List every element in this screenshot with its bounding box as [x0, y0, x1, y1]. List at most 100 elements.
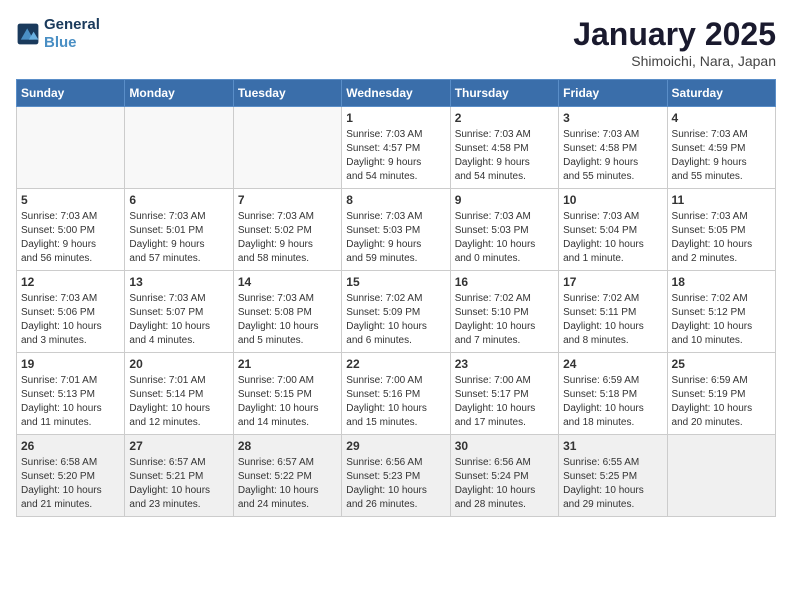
day-info: Sunrise: 7:03 AM Sunset: 5:07 PM Dayligh… [129, 292, 228, 348]
logo: General Blue [16, 16, 100, 52]
day-number: 20 [129, 357, 228, 371]
calendar-cell: 4 Sunrise: 7:03 AM Sunset: 4:59 PM Daylig… [667, 107, 775, 189]
weekday-header-saturday: Saturday [667, 80, 775, 107]
day-info: Sunrise: 6:57 AM Sunset: 5:22 PM Dayligh… [238, 456, 337, 512]
day-info: Sunrise: 7:03 AM Sunset: 4:58 PM Dayligh… [563, 128, 662, 184]
calendar-cell: 17 Sunrise: 7:02 AM Sunset: 5:11 PM Dayli… [559, 271, 667, 353]
day-number: 25 [672, 357, 771, 371]
day-number: 11 [672, 193, 771, 207]
calendar-cell: 29 Sunrise: 6:56 AM Sunset: 5:23 PM Dayli… [342, 435, 450, 517]
calendar-cell: 5 Sunrise: 7:03 AM Sunset: 5:00 PM Daylig… [17, 189, 125, 271]
weekday-header-row: SundayMondayTuesdayWednesdayThursdayFrid… [17, 80, 776, 107]
day-number: 28 [238, 439, 337, 453]
logo-text: General Blue [44, 16, 100, 52]
day-number: 27 [129, 439, 228, 453]
calendar-cell: 27 Sunrise: 6:57 AM Sunset: 5:21 PM Dayli… [125, 435, 233, 517]
calendar-cell: 3 Sunrise: 7:03 AM Sunset: 4:58 PM Daylig… [559, 107, 667, 189]
calendar-cell: 1 Sunrise: 7:03 AM Sunset: 4:57 PM Daylig… [342, 107, 450, 189]
calendar-cell: 16Sunrise: 7:02 AM Sunset: 5:10 PM Dayli… [450, 271, 558, 353]
calendar-cell [233, 107, 341, 189]
day-number: 21 [238, 357, 337, 371]
calendar-cell: 13 Sunrise: 7:03 AM Sunset: 5:07 PM Dayli… [125, 271, 233, 353]
day-number: 10 [563, 193, 662, 207]
day-number: 9 [455, 193, 554, 207]
weekday-header-sunday: Sunday [17, 80, 125, 107]
day-number: 17 [563, 275, 662, 289]
day-info: Sunrise: 7:03 AM Sunset: 5:03 PM Dayligh… [346, 210, 445, 266]
day-number: 30 [455, 439, 554, 453]
day-info: Sunrise: 6:56 AM Sunset: 5:23 PM Dayligh… [346, 456, 445, 512]
day-info: Sunrise: 7:00 AM Sunset: 5:15 PM Dayligh… [238, 374, 337, 430]
calendar-week-row: 12 Sunrise: 7:03 AM Sunset: 5:06 PM Dayli… [17, 271, 776, 353]
day-number: 22 [346, 357, 445, 371]
day-info: Sunrise: 7:03 AM Sunset: 5:00 PM Dayligh… [21, 210, 120, 266]
day-info: Sunrise: 6:58 AM Sunset: 5:20 PM Dayligh… [21, 456, 120, 512]
calendar-cell: 28 Sunrise: 6:57 AM Sunset: 5:22 PM Dayli… [233, 435, 341, 517]
calendar-cell: 18 Sunrise: 7:02 AM Sunset: 5:12 PM Dayli… [667, 271, 775, 353]
calendar-header: January 2025 Shimoichi, Nara, Japan [573, 16, 776, 69]
day-info: Sunrise: 7:00 AM Sunset: 5:17 PM Dayligh… [455, 374, 554, 430]
calendar-cell: 22Sunrise: 7:00 AM Sunset: 5:16 PM Dayli… [342, 353, 450, 435]
calendar-cell: 15 Sunrise: 7:02 AM Sunset: 5:09 PM Dayli… [342, 271, 450, 353]
calendar-cell: 30 Sunrise: 6:56 AM Sunset: 5:24 PM Dayli… [450, 435, 558, 517]
calendar-title: January 2025 [573, 16, 776, 53]
day-number: 29 [346, 439, 445, 453]
calendar-week-row: 19 Sunrise: 7:01 AM Sunset: 5:13 PM Dayli… [17, 353, 776, 435]
calendar-table: SundayMondayTuesdayWednesdayThursdayFrid… [16, 79, 776, 517]
weekday-header-thursday: Thursday [450, 80, 558, 107]
weekday-header-tuesday: Tuesday [233, 80, 341, 107]
day-info: Sunrise: 6:59 AM Sunset: 5:19 PM Dayligh… [672, 374, 771, 430]
day-number: 12 [21, 275, 120, 289]
day-info: Sunrise: 7:03 AM Sunset: 4:59 PM Dayligh… [672, 128, 771, 184]
calendar-cell: 23 Sunrise: 7:00 AM Sunset: 5:17 PM Dayli… [450, 353, 558, 435]
calendar-cell: 8 Sunrise: 7:03 AM Sunset: 5:03 PM Daylig… [342, 189, 450, 271]
day-number: 3 [563, 111, 662, 125]
day-info: Sunrise: 7:02 AM Sunset: 5:12 PM Dayligh… [672, 292, 771, 348]
day-number: 1 [346, 111, 445, 125]
day-number: 14 [238, 275, 337, 289]
calendar-week-row: 1 Sunrise: 7:03 AM Sunset: 4:57 PM Daylig… [17, 107, 776, 189]
calendar-cell: 14 Sunrise: 7:03 AM Sunset: 5:08 PM Dayli… [233, 271, 341, 353]
calendar-cell: 11Sunrise: 7:03 AM Sunset: 5:05 PM Dayli… [667, 189, 775, 271]
day-info: Sunrise: 7:02 AM Sunset: 5:09 PM Dayligh… [346, 292, 445, 348]
day-info: Sunrise: 7:03 AM Sunset: 4:58 PM Dayligh… [455, 128, 554, 184]
day-number: 31 [563, 439, 662, 453]
day-number: 13 [129, 275, 228, 289]
day-info: Sunrise: 6:57 AM Sunset: 5:21 PM Dayligh… [129, 456, 228, 512]
calendar-cell: 12 Sunrise: 7:03 AM Sunset: 5:06 PM Dayli… [17, 271, 125, 353]
calendar-cell: 24Sunrise: 6:59 AM Sunset: 5:18 PM Dayli… [559, 353, 667, 435]
day-info: Sunrise: 7:01 AM Sunset: 5:14 PM Dayligh… [129, 374, 228, 430]
day-info: Sunrise: 6:56 AM Sunset: 5:24 PM Dayligh… [455, 456, 554, 512]
day-number: 5 [21, 193, 120, 207]
calendar-cell: 9 Sunrise: 7:03 AM Sunset: 5:03 PM Daylig… [450, 189, 558, 271]
day-info: Sunrise: 7:03 AM Sunset: 5:06 PM Dayligh… [21, 292, 120, 348]
day-number: 7 [238, 193, 337, 207]
calendar-cell: 31Sunrise: 6:55 AM Sunset: 5:25 PM Dayli… [559, 435, 667, 517]
calendar-week-row: 5 Sunrise: 7:03 AM Sunset: 5:00 PM Daylig… [17, 189, 776, 271]
day-info: Sunrise: 7:03 AM Sunset: 5:02 PM Dayligh… [238, 210, 337, 266]
calendar-cell: 25 Sunrise: 6:59 AM Sunset: 5:19 PM Dayli… [667, 353, 775, 435]
calendar-cell [125, 107, 233, 189]
day-number: 6 [129, 193, 228, 207]
day-number: 16 [455, 275, 554, 289]
day-info: Sunrise: 7:03 AM Sunset: 5:03 PM Dayligh… [455, 210, 554, 266]
logo-icon [16, 22, 40, 46]
weekday-header-monday: Monday [125, 80, 233, 107]
day-info: Sunrise: 7:03 AM Sunset: 4:57 PM Dayligh… [346, 128, 445, 184]
calendar-cell: 19 Sunrise: 7:01 AM Sunset: 5:13 PM Dayli… [17, 353, 125, 435]
day-number: 23 [455, 357, 554, 371]
day-info: Sunrise: 7:03 AM Sunset: 5:08 PM Dayligh… [238, 292, 337, 348]
day-number: 8 [346, 193, 445, 207]
calendar-subtitle: Shimoichi, Nara, Japan [573, 53, 776, 69]
day-number: 18 [672, 275, 771, 289]
day-info: Sunrise: 7:02 AM Sunset: 5:11 PM Dayligh… [563, 292, 662, 348]
calendar-cell: 6Sunrise: 7:03 AM Sunset: 5:01 PM Daylig… [125, 189, 233, 271]
calendar-cell: 21 Sunrise: 7:00 AM Sunset: 5:15 PM Dayli… [233, 353, 341, 435]
calendar-cell: 2Sunrise: 7:03 AM Sunset: 4:58 PM Daylig… [450, 107, 558, 189]
calendar-week-row: 26Sunrise: 6:58 AM Sunset: 5:20 PM Dayli… [17, 435, 776, 517]
day-number: 15 [346, 275, 445, 289]
day-number: 19 [21, 357, 120, 371]
day-info: Sunrise: 7:01 AM Sunset: 5:13 PM Dayligh… [21, 374, 120, 430]
weekday-header-friday: Friday [559, 80, 667, 107]
day-number: 4 [672, 111, 771, 125]
